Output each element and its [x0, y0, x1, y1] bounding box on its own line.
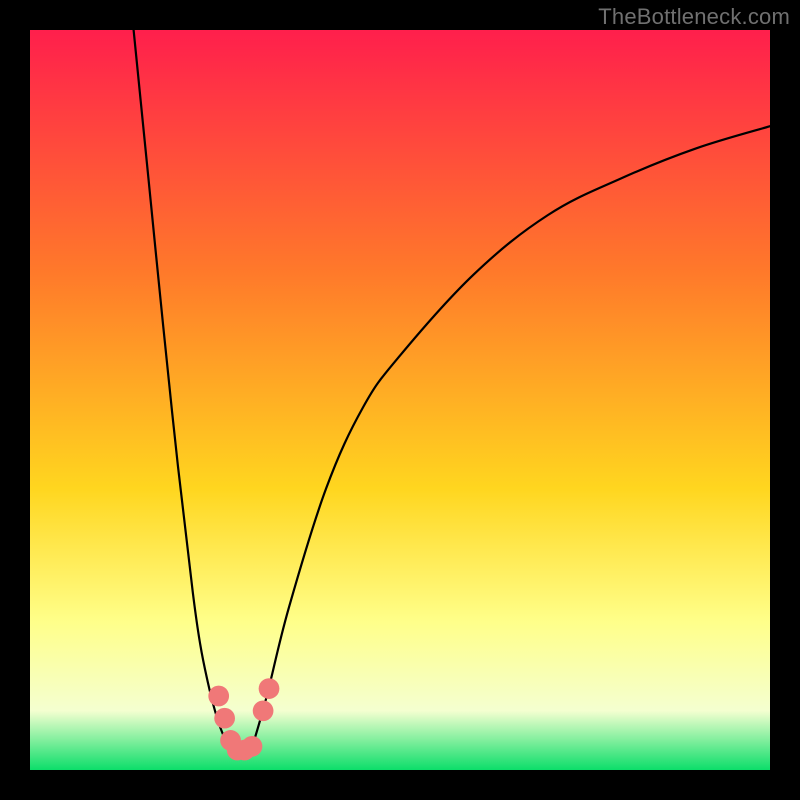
curve-left-branch: [134, 30, 230, 748]
valley-marker: [208, 686, 229, 707]
curve-right-branch: [252, 126, 770, 748]
valley-marker: [214, 708, 235, 729]
bottleneck-curve: [30, 30, 770, 770]
watermark-label: TheBottleneck.com: [598, 4, 790, 30]
valley-marker: [242, 736, 263, 757]
plot-area: [30, 30, 770, 770]
valley-marker: [253, 700, 274, 721]
chart-frame: TheBottleneck.com: [0, 0, 800, 800]
valley-marker: [259, 678, 280, 699]
